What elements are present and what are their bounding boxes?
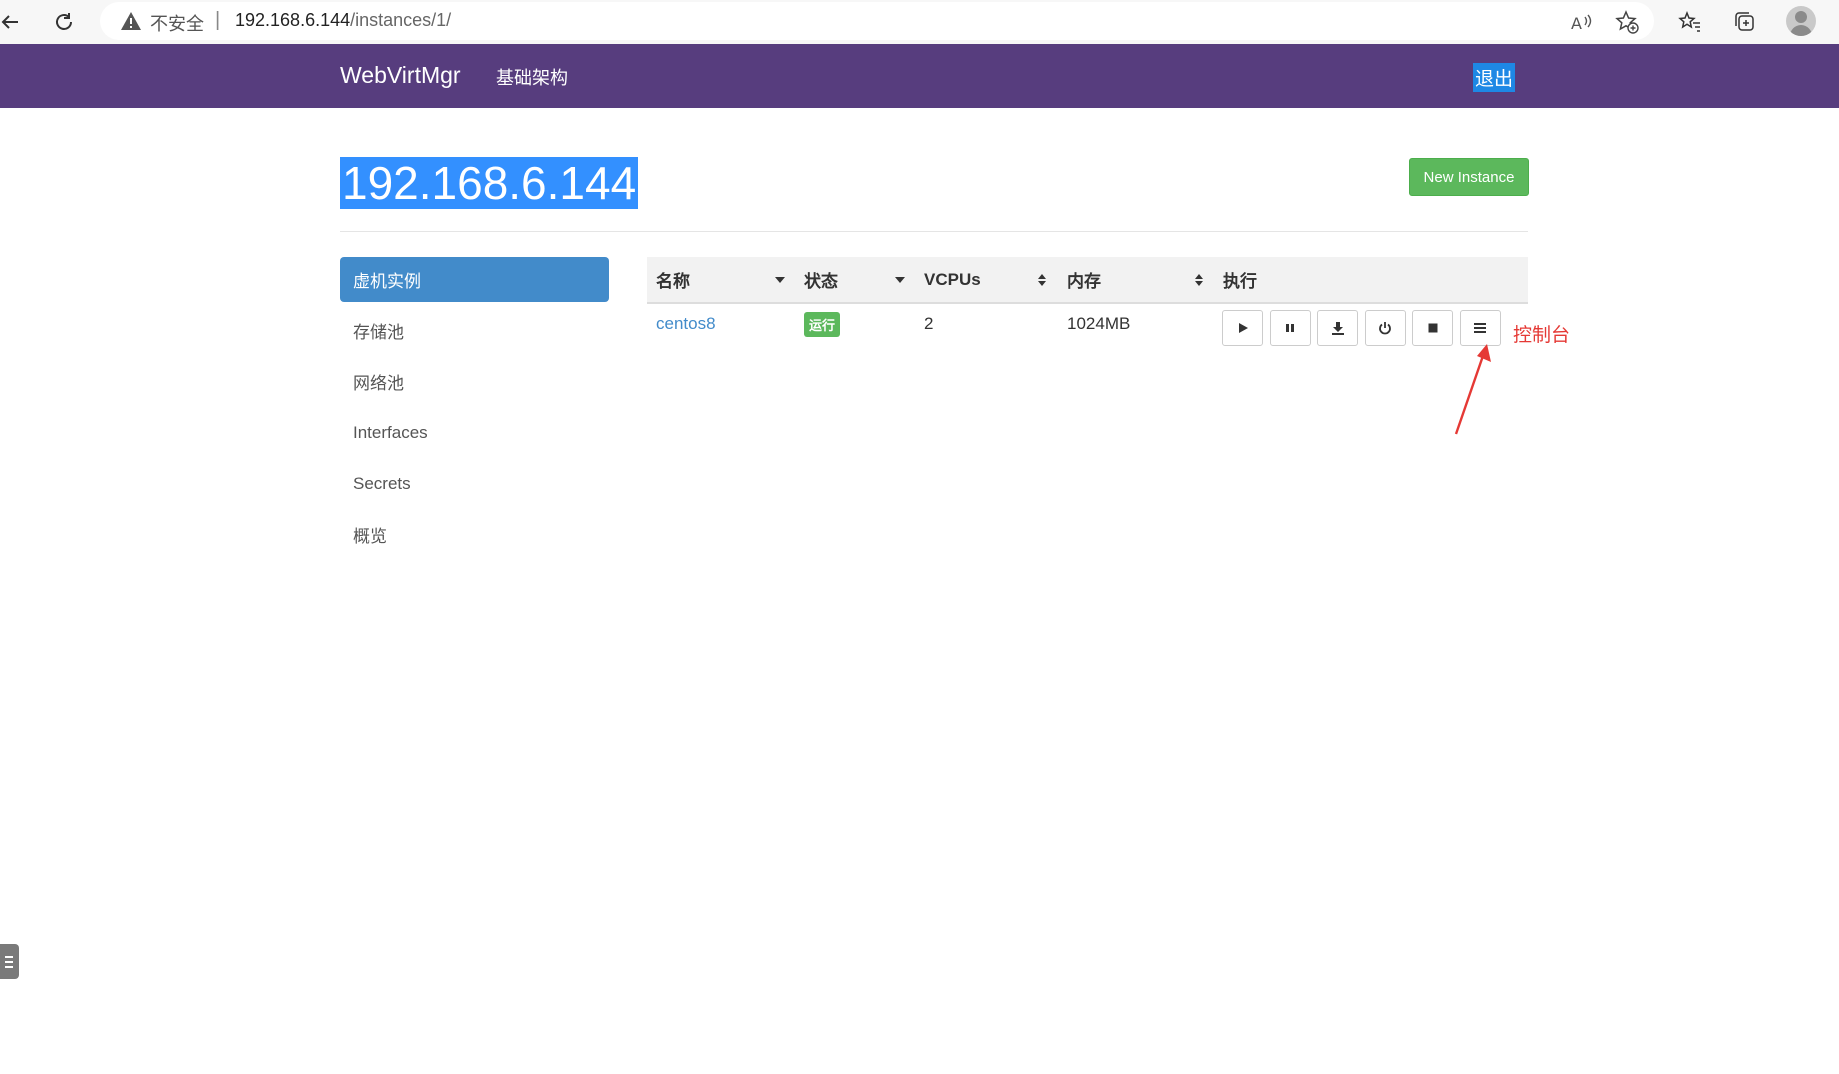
back-icon[interactable] [0, 6, 26, 38]
warning-icon[interactable] [120, 11, 142, 36]
column-header-name[interactable]: 名称 [656, 257, 690, 302]
column-header-status[interactable]: 状态 [804, 257, 838, 302]
browser-toolbar: 不安全 | 192.168.6.144/instances/1/ A [0, 0, 1839, 44]
column-header-vcpus[interactable]: VCPUs [924, 257, 981, 302]
url-text[interactable]: 192.168.6.144/instances/1/ [235, 10, 451, 31]
annotation-arrow-icon [1454, 344, 1491, 435]
save-button[interactable] [1317, 310, 1358, 346]
insecure-label: 不安全 [150, 14, 204, 34]
logout-link[interactable]: 退出 [1473, 63, 1516, 92]
nav-link-infrastructure[interactable]: 基础架构 [496, 64, 568, 90]
sidebar-item-overview[interactable]: 概览 [340, 512, 609, 557]
instances-table: 名称 状态 VCPUs 内存 执行 centos8 运行 2 1024MB [647, 257, 1528, 352]
instance-memory: 1024MB [1067, 314, 1131, 333]
profile-icon[interactable] [1786, 6, 1816, 36]
column-header-actions: 执行 [1223, 272, 1257, 291]
sidebar-item-networks[interactable]: 网络池 [340, 359, 609, 404]
instance-status: 运行 [804, 304, 841, 344]
sidebar-item-secrets[interactable]: Secrets [340, 461, 609, 506]
favorites-icon[interactable] [1674, 6, 1706, 38]
power-icon [1379, 322, 1391, 335]
status-badge: 运行 [804, 311, 841, 337]
column-header-memory[interactable]: 内存 [1067, 257, 1101, 302]
table-row: centos8 运行 2 1024MB [647, 304, 1528, 352]
instance-name: centos8 [656, 304, 716, 344]
pause-icon [1286, 324, 1294, 332]
svg-text:A: A [1571, 14, 1582, 32]
add-favorite-icon[interactable] [1614, 9, 1640, 35]
collections-icon[interactable] [1729, 6, 1761, 38]
annotation-label: 控制台 [1513, 325, 1571, 346]
shutdown-button[interactable] [1364, 310, 1406, 346]
download-icon [1331, 322, 1344, 335]
play-icon [1238, 323, 1248, 333]
instance-vcpus: 2 [924, 314, 934, 333]
stop-icon [1428, 323, 1437, 333]
instance-name-link[interactable]: centos8 [656, 314, 716, 334]
url-path: /instances/1/ [350, 10, 452, 30]
sidebar-item-instances[interactable]: 虚机实例 [340, 257, 609, 302]
sidebar-item-storage-pools[interactable]: 存储池 [340, 308, 609, 353]
pause-button[interactable] [1269, 310, 1311, 346]
console-icon [1474, 323, 1486, 333]
table-header: 名称 状态 VCPUs 内存 执行 [647, 257, 1528, 304]
brand-link[interactable]: WebVirtMgr [340, 62, 461, 89]
sort-both-icon[interactable] [1037, 273, 1047, 287]
menu-icon [5, 955, 13, 968]
sort-desc-icon[interactable] [895, 275, 905, 285]
sort-desc-icon[interactable] [775, 275, 785, 285]
address-bar[interactable]: 不安全 | 192.168.6.144/instances/1/ A [100, 2, 1654, 40]
url-host: 192.168.6.144 [235, 10, 351, 30]
read-aloud-icon[interactable]: A [1568, 9, 1594, 35]
refresh-icon[interactable] [48, 6, 80, 38]
new-instance-button[interactable]: New Instance [1409, 158, 1529, 196]
page-title: 192.168.6.144 [340, 157, 639, 209]
start-button[interactable] [1222, 310, 1263, 346]
side-menu-toggle[interactable] [0, 944, 19, 979]
sort-both-icon[interactable] [1194, 273, 1204, 287]
top-navbar: WebVirtMgr 基础架构 退出 [0, 44, 1839, 108]
sidebar-item-interfaces[interactable]: Interfaces [340, 410, 609, 455]
header-divider [340, 231, 1528, 232]
sidebar: 虚机实例 存储池 网络池 Interfaces Secrets 概览 [340, 257, 609, 563]
address-separator: | [215, 9, 221, 31]
